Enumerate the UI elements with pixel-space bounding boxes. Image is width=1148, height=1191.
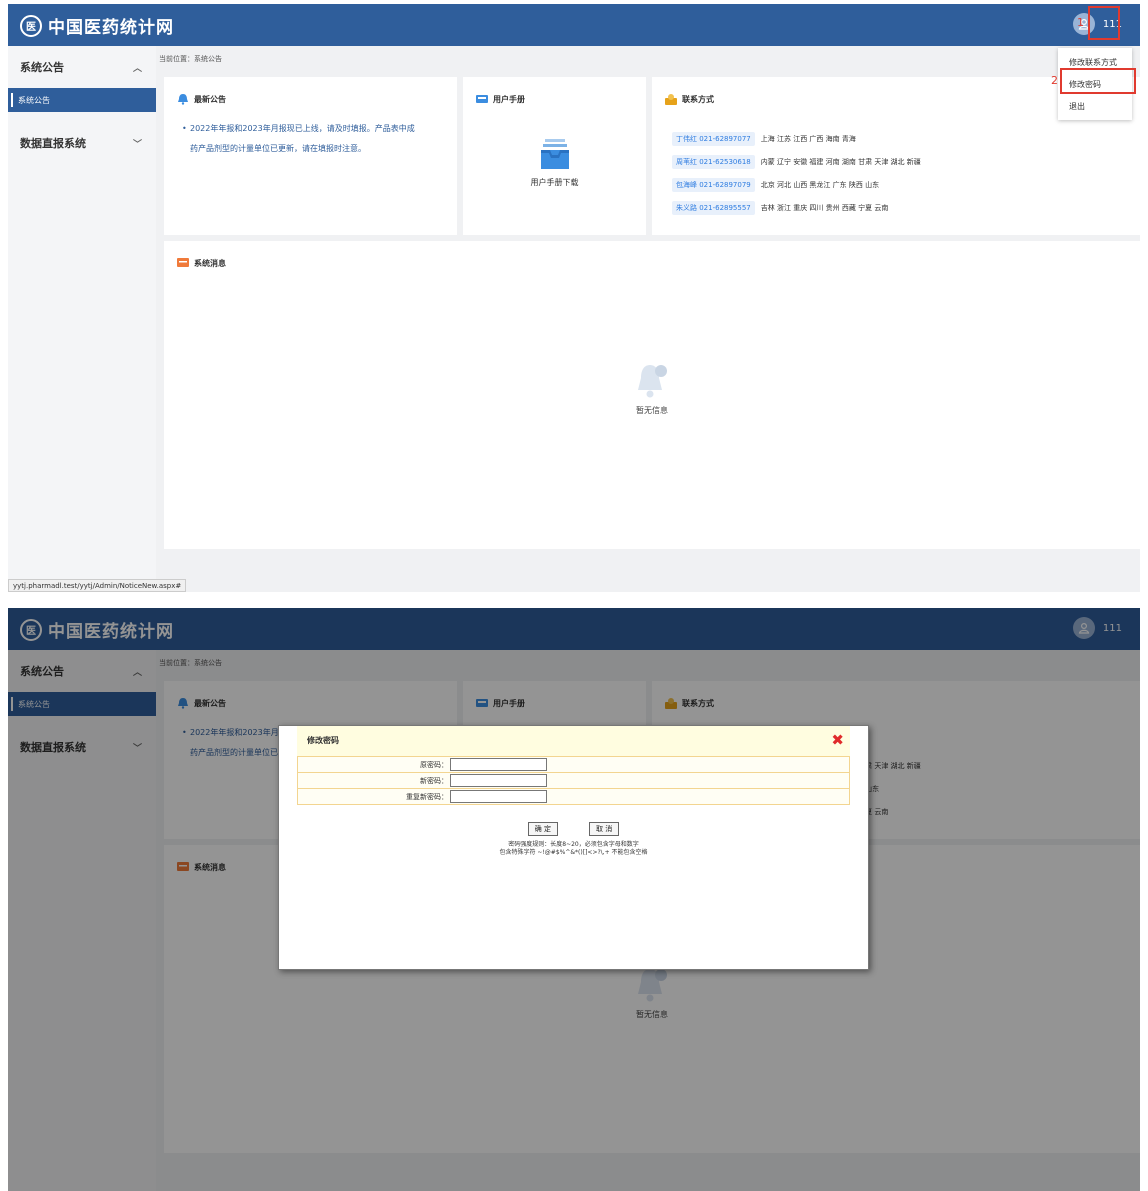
dialog-header: 修改密码 ✖	[297, 726, 850, 756]
sidebar-group-label: 数据直报系统	[20, 137, 86, 150]
screenshot-change-password-modal: 医 中国医药统计网 111 系统公告 ︿ 系统公告 数据直报系统 ﹀ 当前位置：…	[8, 608, 1140, 1191]
form-row-old-password: 原密码：	[297, 757, 850, 773]
panel-title: 系统消息	[176, 257, 226, 269]
notice-list: 2022年年报和2023年月报现已上线，请及时填报。产品表中成药产品剂型的计量单…	[176, 119, 445, 159]
contact-regions: 吉林 浙江 重庆 四川 贵州 西藏 宁夏 云南	[760, 203, 889, 212]
sidebar: 系统公告 ︿ 系统公告 数据直报系统 ﹀	[8, 46, 156, 592]
password-form: 原密码： 新密码： 重复新密码：	[297, 756, 850, 805]
step-number-1: 1	[1077, 16, 1084, 29]
repeat-password-input[interactable]	[450, 790, 547, 803]
contact-regions: 北京 河北 山西 黑龙江 广东 陕西 山东	[760, 180, 880, 189]
change-password-dialog: 修改密码 ✖ 原密码： 新密码： 重复新密码： 确 定 取 消 密码强度规则：长…	[278, 725, 869, 970]
empty-state: 暂无信息	[164, 361, 1140, 416]
repeat-password-label: 重复新密码：	[406, 792, 448, 801]
contact-person[interactable]: 周苇红 021-62530618	[672, 154, 755, 169]
empty-bell-icon	[638, 365, 667, 398]
old-password-input[interactable]	[450, 758, 547, 771]
top-bar: 医 中国医药统计网 111	[8, 4, 1140, 46]
screenshot-dropdown-open: 医 中国医药统计网 111 系统公告 ︿ 系统公告 数据直报系统 ﹀ 当前位置：…	[8, 4, 1140, 592]
site-title: 中国医药统计网	[48, 18, 174, 38]
sidebar-group-label: 系统公告	[20, 61, 64, 74]
sidebar-group-data-report[interactable]: 数据直报系统 ﹀	[8, 122, 156, 164]
contact-person[interactable]: 朱义路 021-62895557	[672, 200, 755, 215]
notice-item[interactable]: 2022年年报和2023年月报现已上线，请及时填报。产品表中成药产品剂型的计量单…	[176, 119, 445, 159]
contact-person[interactable]: 丁伟红 021-62897077	[672, 131, 755, 146]
old-password-label: 原密码：	[420, 760, 448, 769]
contact-list: 丁伟红 021-62897077 上海 江苏 江西 广西 海南 青海 周苇红 0…	[672, 127, 921, 219]
manual-download[interactable]: 用户手册下载	[463, 139, 646, 188]
message-icon	[177, 258, 189, 267]
password-rule-line: 包含特殊字符 ~!@#$%^&*()[]<>?\,+ 不能包含空格	[499, 849, 648, 856]
messages-panel: 系统消息 暂无信息	[164, 241, 1140, 549]
contact-person[interactable]: 包海峰 021-62897079	[672, 177, 755, 192]
panel-title: 联系方式	[664, 93, 714, 105]
new-password-input[interactable]	[450, 774, 547, 787]
chevron-up-icon: ︿	[132, 64, 142, 74]
close-icon[interactable]: ✖	[831, 732, 844, 748]
cancel-button[interactable]: 取 消	[589, 822, 620, 836]
highlight-avatar	[1088, 6, 1120, 40]
bell-icon	[178, 94, 188, 105]
contact-row: 周苇红 021-62530618 内蒙 辽宁 安徽 福建 河南 湖南 甘肃 天津…	[672, 150, 921, 173]
dialog-buttons: 确 定 取 消	[279, 816, 868, 836]
contact-row: 包海峰 021-62897079 北京 河北 山西 黑龙江 广东 陕西 山东	[672, 173, 921, 196]
form-row-repeat-password: 重复新密码：	[297, 789, 850, 805]
menu-item-logout[interactable]: 退出	[1058, 95, 1132, 117]
contact-regions: 上海 江苏 江西 广西 海南 青海	[760, 134, 856, 143]
step-number-2: 2	[1051, 74, 1058, 87]
form-row-new-password: 新密码：	[297, 773, 850, 789]
contact-regions: 内蒙 辽宁 安徽 福建 河南 湖南 甘肃 天津 湖北 新疆	[760, 157, 921, 166]
contact-row: 朱义路 021-62895557 吉林 浙江 重庆 四川 贵州 西藏 宁夏 云南	[672, 196, 921, 219]
inbox-icon	[476, 95, 488, 103]
empty-text: 暂无信息	[636, 406, 668, 415]
logo-mark-icon: 医	[20, 14, 42, 37]
panel-title: 最新公告	[176, 93, 226, 105]
contact-row: 丁伟红 021-62897077 上海 江苏 江西 广西 海南 青海	[672, 127, 921, 150]
manual-download-label: 用户手册下载	[530, 178, 579, 187]
password-rules: 密码强度规则：长度8~20，必须包含字母和数字 包含特殊字符 ~!@#$%^&*…	[279, 841, 868, 857]
sidebar-item-notice[interactable]: 系统公告	[8, 88, 156, 112]
contact-icon	[665, 94, 677, 105]
main-content: 当前位置：系统公告 最新公告 2022年年报和2023年月报现已上线，请及时填报…	[156, 46, 1140, 592]
highlight-change-password	[1060, 68, 1136, 94]
sidebar-group-notice[interactable]: 系统公告 ︿	[8, 46, 156, 88]
password-rule-line: 密码强度规则：长度8~20，必须包含字母和数字	[508, 841, 639, 848]
panel-title: 用户手册	[475, 93, 525, 105]
status-bar-url: yytj.pharmadl.test/yytj/Admin/NoticeNew.…	[8, 579, 187, 592]
notice-panel: 最新公告 2022年年报和2023年月报现已上线，请及时填报。产品表中成药产品剂…	[164, 77, 457, 235]
chevron-down-icon: ﹀	[132, 140, 142, 150]
dialog-title: 修改密码	[307, 736, 339, 745]
manual-panel: 用户手册 用户手册下载	[463, 77, 646, 235]
sidebar-item-label: 系统公告	[18, 95, 50, 105]
confirm-button[interactable]: 确 定	[527, 822, 558, 836]
breadcrumb: 当前位置：系统公告	[159, 55, 222, 63]
logo[interactable]: 医 中国医药统计网	[20, 13, 174, 38]
download-tray-icon	[540, 139, 569, 169]
new-password-label: 新密码：	[420, 776, 448, 785]
